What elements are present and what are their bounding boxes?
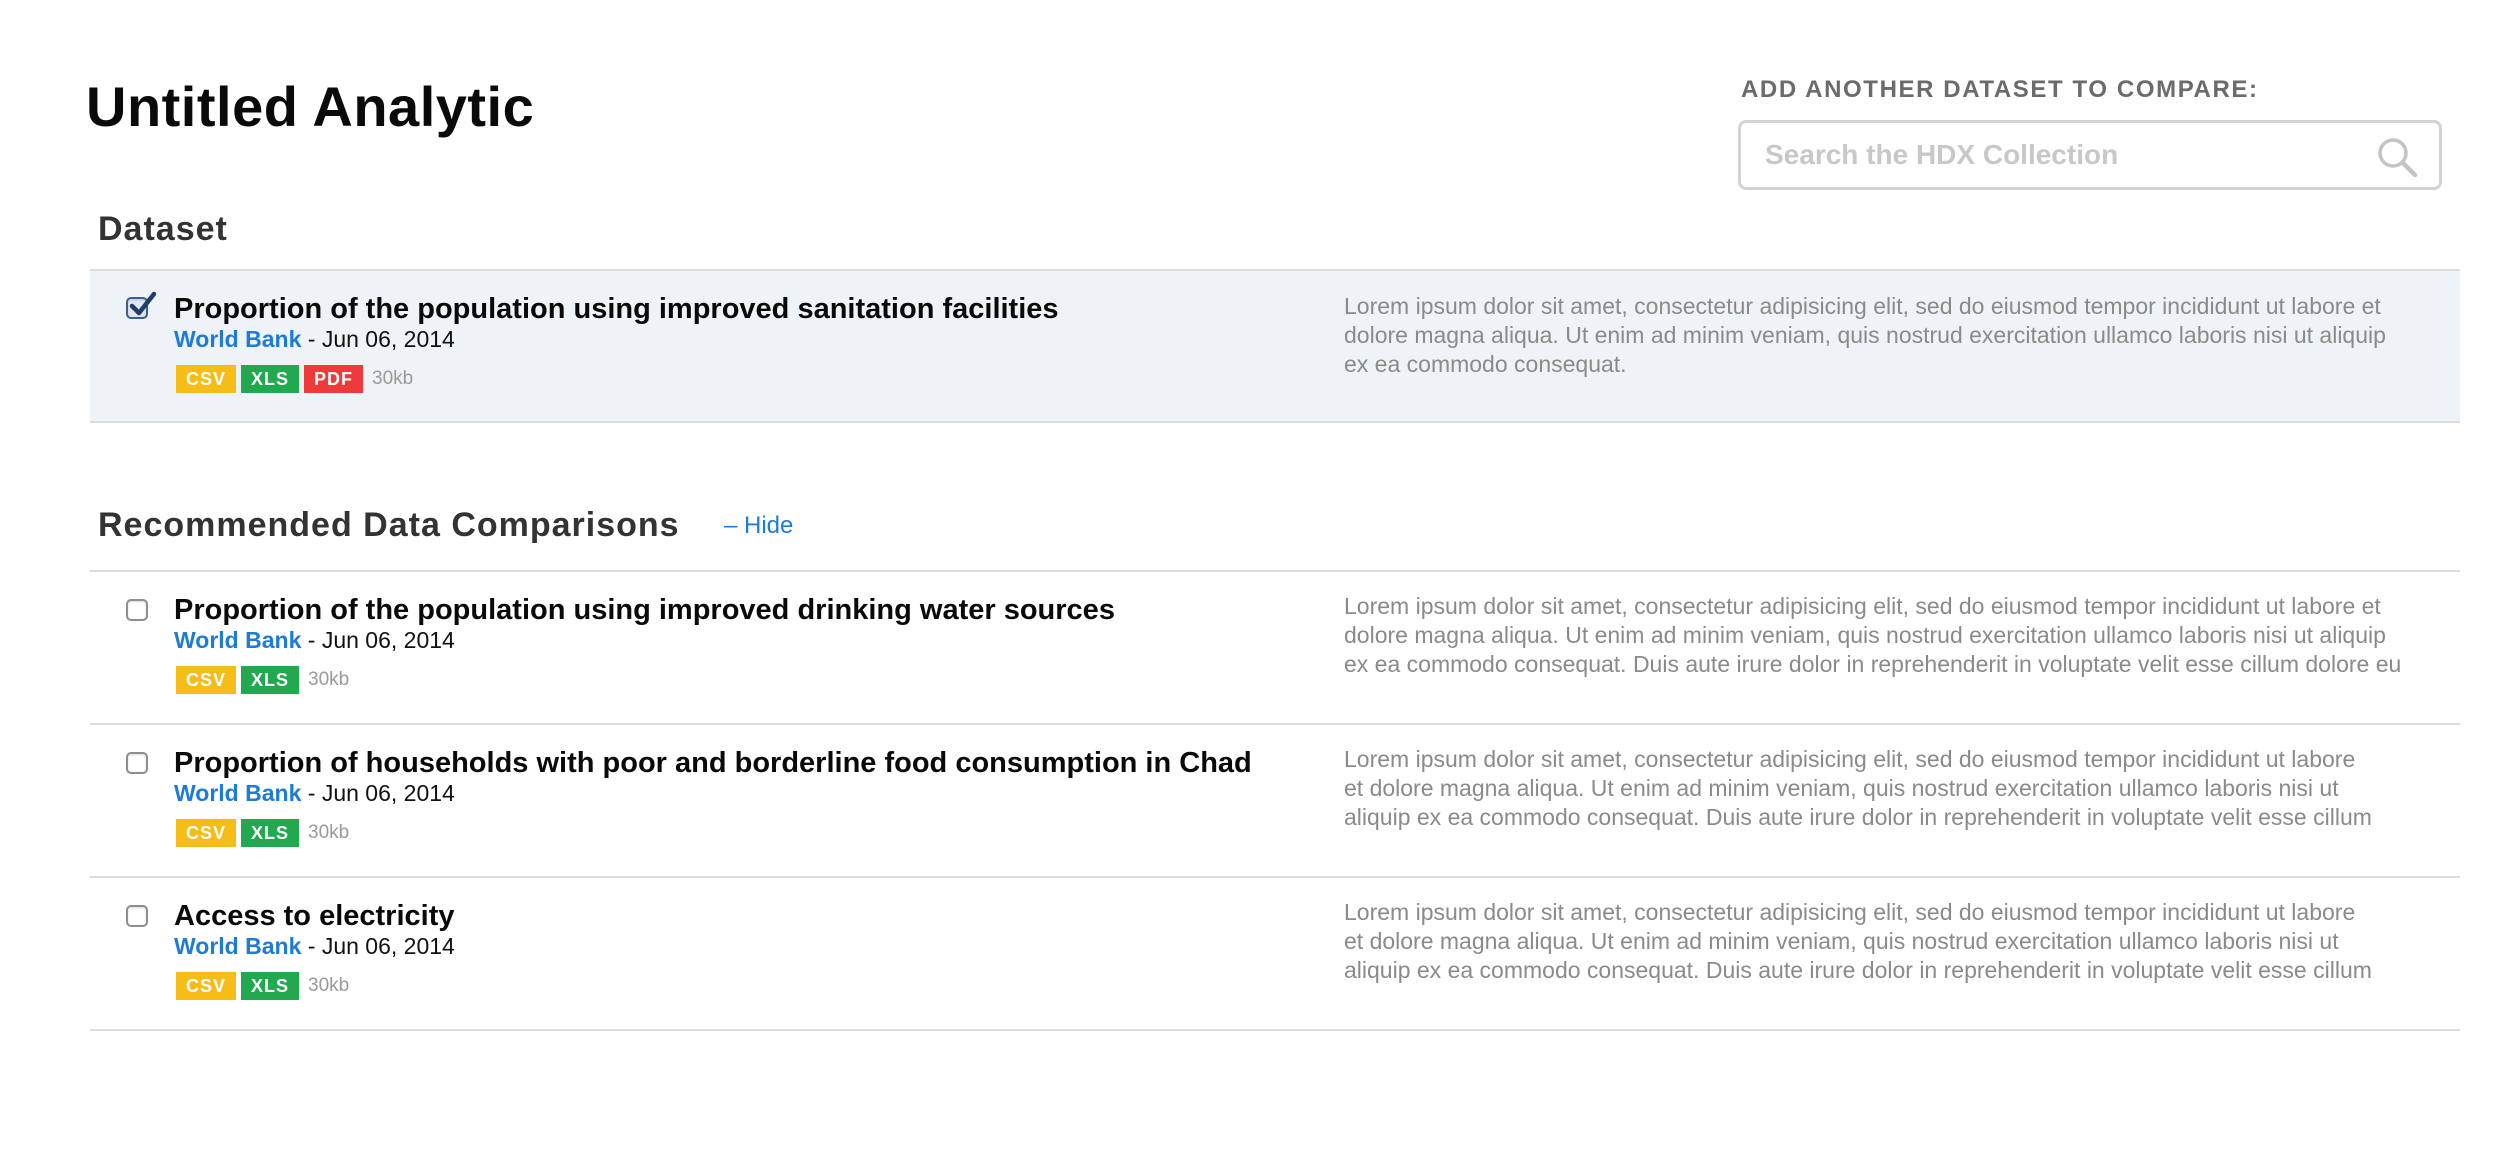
recommended-row[interactable]: Proportion of households with poor and b… xyxy=(90,725,2460,875)
file-size: 30kb xyxy=(308,822,350,843)
recommended-row[interactable]: Access to electricity World Bank - Jun 0… xyxy=(90,878,2460,1028)
item-date: - Jun 06, 2014 xyxy=(307,933,455,959)
search-box[interactable] xyxy=(1738,120,2442,190)
xls-badge[interactable]: XLS xyxy=(241,819,300,847)
source-link[interactable]: World Bank xyxy=(174,780,301,806)
description-line: dolore magna aliqua. Ut enim ad minim ve… xyxy=(1344,322,2386,348)
xls-badge[interactable]: XLS xyxy=(241,365,300,393)
page: Untitled Analytic ADD ANOTHER DATASET TO… xyxy=(0,0,2520,1160)
dataset-title[interactable]: Proportion of the population using impro… xyxy=(174,293,1059,326)
row-checkbox[interactable] xyxy=(126,905,148,927)
row-checkbox[interactable] xyxy=(126,752,148,774)
xls-badge[interactable]: XLS xyxy=(241,972,300,1000)
pdf-badge[interactable]: PDF xyxy=(304,365,364,393)
recommended-row[interactable]: Proportion of the population using impro… xyxy=(90,572,2460,722)
item-meta: World Bank - Jun 06, 2014 xyxy=(174,933,455,960)
recommended-heading: Recommended Data Comparisons xyxy=(98,506,680,544)
description-line: Lorem ipsum dolor sit amet, consectetur … xyxy=(1344,293,2381,319)
divider xyxy=(90,1029,2460,1031)
description-line: ex ea commodo consequat. Duis aute irure… xyxy=(1344,651,2402,677)
dataset-meta: World Bank - Jun 06, 2014 xyxy=(174,326,455,353)
file-size: 30kb xyxy=(308,669,350,690)
checkmark-icon xyxy=(129,291,157,316)
item-date: - Jun 06, 2014 xyxy=(307,627,455,653)
dataset-row-selected[interactable]: Proportion of the population using impro… xyxy=(90,271,2460,421)
csv-badge[interactable]: CSV xyxy=(176,365,237,393)
description-line: Lorem ipsum dolor sit amet, consectetur … xyxy=(1344,593,2381,619)
item-date: - Jun 06, 2014 xyxy=(307,780,455,806)
item-title[interactable]: Access to electricity xyxy=(174,900,454,933)
description-line: ex ea commodo consequat. xyxy=(1344,351,1627,377)
description-line: Lorem ipsum dolor sit amet, consectetur … xyxy=(1344,899,2356,925)
item-meta: World Bank - Jun 06, 2014 xyxy=(174,627,455,654)
source-link[interactable]: World Bank xyxy=(174,627,301,653)
compare-label: ADD ANOTHER DATASET TO COMPARE: xyxy=(1741,76,2259,103)
divider xyxy=(90,421,2460,423)
page-title: Untitled Analytic xyxy=(86,75,535,138)
search-icon[interactable] xyxy=(2375,135,2419,179)
description-line: aliquip ex ea commodo consequat. Duis au… xyxy=(1344,957,2372,983)
description-line: et dolore magna aliqua. Ut enim ad minim… xyxy=(1344,775,2339,801)
csv-badge[interactable]: CSV xyxy=(176,819,237,847)
dataset-date: - Jun 06, 2014 xyxy=(307,326,455,352)
format-badges: CSV XLS 30kb xyxy=(176,972,349,1000)
row-checkbox[interactable] xyxy=(126,599,148,621)
search-input[interactable] xyxy=(1765,135,2345,175)
file-size: 30kb xyxy=(372,368,414,389)
dataset-heading: Dataset xyxy=(98,210,228,248)
file-size: 30kb xyxy=(308,975,350,996)
description-line: aliquip ex ea commodo consequat. Duis au… xyxy=(1344,804,2372,830)
item-meta: World Bank - Jun 06, 2014 xyxy=(174,780,455,807)
format-badges: CSV XLS 30kb xyxy=(176,666,349,694)
description-line: Lorem ipsum dolor sit amet, consectetur … xyxy=(1344,746,2356,772)
dataset-checkbox[interactable] xyxy=(126,291,157,319)
format-badges: CSV XLS 30kb xyxy=(176,819,349,847)
csv-badge[interactable]: CSV xyxy=(176,972,237,1000)
dataset-description: Lorem ipsum dolor sit amet, consectetur … xyxy=(1344,292,2386,379)
xls-badge[interactable]: XLS xyxy=(241,666,300,694)
item-description: Lorem ipsum dolor sit amet, consectetur … xyxy=(1344,745,2372,832)
item-description: Lorem ipsum dolor sit amet, consectetur … xyxy=(1344,898,2372,985)
item-title[interactable]: Proportion of households with poor and b… xyxy=(174,747,1252,780)
item-description: Lorem ipsum dolor sit amet, consectetur … xyxy=(1344,592,2401,679)
format-badges: CSV XLS PDF 30kb xyxy=(176,365,413,393)
description-line: et dolore magna aliqua. Ut enim ad minim… xyxy=(1344,928,2339,954)
csv-badge[interactable]: CSV xyxy=(176,666,237,694)
source-link[interactable]: World Bank xyxy=(174,933,301,959)
hide-link[interactable]: – Hide xyxy=(724,512,793,540)
item-title[interactable]: Proportion of the population using impro… xyxy=(174,594,1115,627)
description-line: dolore magna aliqua. Ut enim ad minim ve… xyxy=(1344,622,2386,648)
source-link[interactable]: World Bank xyxy=(174,326,301,352)
